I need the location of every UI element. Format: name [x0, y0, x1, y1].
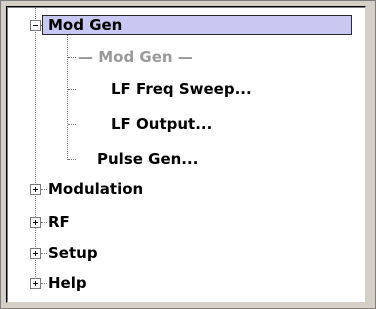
submenu-header-mod-gen: — Mod Gen —: [78, 48, 193, 66]
tree-item-label: RF: [48, 213, 70, 231]
tree-item-label: Help: [48, 274, 87, 292]
child-connector: [68, 124, 76, 125]
tree-item-label: Mod Gen: [48, 16, 123, 34]
menu-tree: Mod Gen — Mod Gen — LF Freq Sweep... LF …: [6, 6, 366, 303]
menu-item-lf-freq-sweep[interactable]: LF Freq Sweep...: [111, 79, 252, 99]
collapse-icon[interactable]: [30, 20, 41, 31]
branch-connector: [41, 283, 47, 284]
menu-item-lf-output[interactable]: LF Output...: [111, 114, 212, 134]
root-connector-line: [35, 7, 36, 283]
branch-connector: [41, 253, 47, 254]
child-connector: [68, 89, 76, 90]
branch-connector: [41, 189, 47, 190]
tree-item-label: Setup: [48, 244, 98, 262]
expand-icon[interactable]: [30, 184, 41, 195]
child-connector: [68, 57, 76, 58]
expand-icon[interactable]: [30, 217, 41, 228]
branch-connector: [41, 222, 47, 223]
child-connector: [68, 159, 76, 160]
window-frame: Mod Gen — Mod Gen — LF Freq Sweep... LF …: [0, 0, 376, 309]
expand-icon[interactable]: [30, 278, 41, 289]
tree-item-label: Modulation: [48, 180, 144, 198]
expand-icon[interactable]: [30, 248, 41, 259]
mod-gen-children-line: [67, 34, 68, 160]
menu-item-pulse-gen[interactable]: Pulse Gen...: [97, 149, 198, 169]
